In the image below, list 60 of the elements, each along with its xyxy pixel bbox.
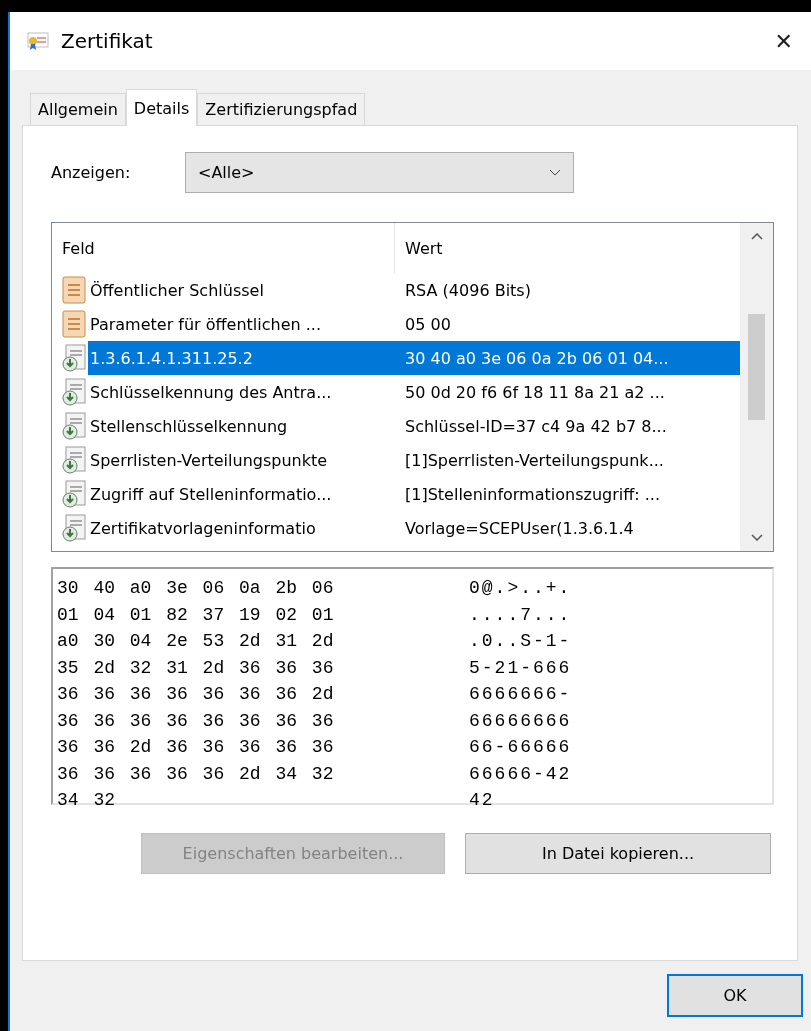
ascii-text: 5-21-666: [469, 657, 572, 678]
show-dropdown[interactable]: <Alle>: [185, 152, 574, 193]
field-value[interactable]: [1]Sperrlisten-Verteilungspunk...: [395, 443, 740, 477]
hex-bytes: 01 04 01 82 37 19 02 01: [57, 604, 335, 625]
chevron-up-icon[interactable]: [750, 233, 763, 240]
document-download-icon: [62, 378, 86, 406]
copy-to-file-button[interactable]: In Datei kopieren...: [465, 833, 771, 874]
field-name[interactable]: Stellenschlüsselkennung: [88, 409, 288, 443]
ascii-text: .0..S-1-: [469, 631, 572, 652]
hex-bytes: 36 36 36 36 36 36 36 2d: [57, 684, 335, 705]
field-value[interactable]: 30 40 a0 3e 06 0a 2b 06 01 04...: [395, 341, 740, 375]
ascii-text: 6666666-: [469, 684, 572, 705]
ascii-text: 66666-42: [469, 763, 572, 784]
certificate-icon: [27, 31, 49, 51]
document-icon: [62, 310, 86, 338]
document-download-icon: [62, 446, 86, 474]
ascii-text: 42: [469, 790, 495, 811]
field-value[interactable]: 50 0d 20 f6 6f 18 11 8a 21 a2 ...: [395, 375, 740, 409]
document-download-icon: [62, 480, 86, 508]
hex-bytes: 35 2d 32 31 2d 36 36 36: [57, 657, 335, 678]
field-value[interactable]: Vorlage=SCEPUser(1.3.6.1.4: [395, 511, 740, 545]
window-title: Zertifikat: [61, 29, 154, 53]
document-download-icon: [62, 514, 86, 542]
ascii-text: 66-66666: [469, 737, 572, 758]
tab[interactable]: Allgemein: [30, 93, 126, 125]
ok-button[interactable]: OK: [667, 974, 803, 1017]
close-button[interactable]: ✕: [770, 28, 797, 54]
tab[interactable]: Details: [125, 89, 198, 126]
scrollbar[interactable]: [740, 223, 773, 551]
field-name[interactable]: Schlüsselkennung des Antra...: [88, 375, 332, 409]
column-header[interactable]: Wert: [395, 223, 740, 273]
hex-bytes: 36 36 2d 36 36 36 36 36: [57, 737, 335, 758]
column-header[interactable]: Feld: [52, 223, 395, 273]
document-download-icon: [62, 412, 86, 440]
field-name[interactable]: Sperrlisten-Verteilungspunkte: [88, 443, 328, 477]
ascii-text: ....7...: [469, 604, 572, 625]
field-name[interactable]: Öffentlicher Schlüssel: [88, 273, 264, 307]
tab[interactable]: Zertifizierungspfad: [197, 93, 366, 125]
hex-bytes: 36 36 36 36 36 36 36 36: [57, 710, 335, 731]
show-label: Anzeigen:: [51, 163, 132, 182]
field-value[interactable]: Schlüssel-ID=37 c4 9a 42 b7 8...: [395, 409, 740, 443]
field-name[interactable]: 1.3.6.1.4.1.311.25.2: [88, 341, 395, 375]
chevron-down-icon: [549, 169, 561, 176]
field-name[interactable]: Parameter für öffentlichen ...: [88, 307, 321, 341]
chevron-down-icon[interactable]: [750, 534, 763, 541]
hex-bytes: 36 36 36 36 36 2d 34 32: [57, 763, 335, 784]
field-name[interactable]: Zugriff auf Stelleninformatio...: [88, 477, 332, 511]
scrollbar-thumb[interactable]: [748, 314, 765, 420]
field-value[interactable]: [1]Stelleninformationszugriff: ...: [395, 477, 740, 511]
ascii-text: 0@.>..+.: [469, 578, 572, 599]
hex-view[interactable]: [51, 567, 774, 805]
hex-bytes: a0 30 04 2e 53 2d 31 2d: [57, 631, 335, 652]
ascii-text: 66666666: [469, 710, 572, 731]
hex-bytes: 34 32: [57, 790, 116, 811]
document-icon: [62, 276, 86, 304]
field-value[interactable]: 05 00: [395, 307, 740, 341]
hex-bytes: 30 40 a0 3e 06 0a 2b 06: [57, 578, 335, 599]
field-name[interactable]: Zertifikatvorlageninformatio: [88, 511, 316, 545]
document-download-icon: [62, 344, 86, 372]
field-value[interactable]: RSA (4096 Bits): [395, 273, 740, 307]
